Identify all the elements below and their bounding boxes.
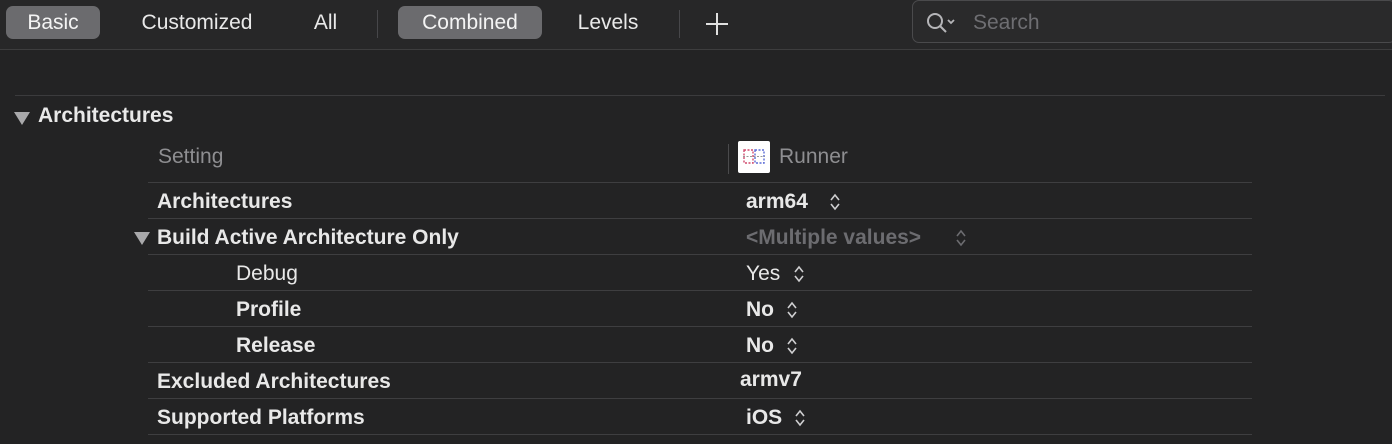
row-divider	[148, 290, 1252, 291]
stepper-icon[interactable]	[955, 228, 967, 248]
section-title: Architectures	[38, 104, 174, 127]
build-active-value[interactable]: <Multiple values>	[746, 226, 921, 250]
setting-label-debug: Debug	[236, 262, 298, 285]
row-divider	[148, 182, 1252, 183]
row-divider	[148, 398, 1252, 399]
row-divider	[148, 434, 1252, 435]
filter-basic-button[interactable]: Basic	[6, 6, 100, 39]
setting-label-release: Release	[236, 334, 316, 357]
setting-label-architectures: Architectures	[157, 190, 293, 213]
disclosure-triangle-icon[interactable]	[134, 232, 150, 245]
setting-label-build-active-architecture-only: Build Active Architecture Only	[157, 226, 459, 249]
toolbar-divider	[377, 10, 378, 38]
view-combined-button[interactable]: Combined	[398, 6, 542, 39]
view-levels-button[interactable]: Levels	[562, 6, 654, 39]
excluded-architectures-value[interactable]: armv7	[740, 368, 802, 392]
search-input[interactable]	[971, 7, 1375, 39]
release-value[interactable]: No	[746, 334, 774, 358]
toolbar-divider	[679, 10, 680, 38]
row-divider	[148, 362, 1252, 363]
setting-column-header: Setting	[158, 145, 224, 168]
target-column-header: Runner	[779, 145, 848, 168]
stepper-icon[interactable]	[793, 264, 805, 284]
search-icon[interactable]	[925, 11, 959, 35]
row-divider	[148, 254, 1252, 255]
plus-icon[interactable]	[703, 10, 731, 38]
setting-label-supported-platforms: Supported Platforms	[157, 406, 365, 429]
toolbar: Basic Customized All Combined Levels	[0, 0, 1392, 50]
architectures-value[interactable]: arm64	[746, 190, 808, 214]
stepper-icon[interactable]	[829, 192, 841, 212]
column-divider	[728, 144, 729, 174]
filter-customized-button[interactable]: Customized	[122, 6, 272, 39]
section-divider	[15, 95, 1385, 96]
debug-value[interactable]: Yes	[746, 262, 780, 286]
disclosure-triangle-icon[interactable]	[14, 112, 30, 125]
row-divider	[148, 218, 1252, 219]
search-field[interactable]	[912, 0, 1392, 43]
profile-value[interactable]: No	[746, 298, 774, 322]
supported-platforms-value[interactable]: iOS	[746, 406, 782, 430]
stepper-icon[interactable]	[794, 408, 806, 428]
stepper-icon[interactable]	[786, 336, 798, 356]
setting-label-profile: Profile	[236, 298, 302, 321]
setting-label-excluded-architectures: Excluded Architectures	[157, 370, 391, 393]
stepper-icon[interactable]	[786, 300, 798, 320]
filter-all-button[interactable]: All	[298, 6, 353, 39]
row-divider	[148, 326, 1252, 327]
target-app-icon	[738, 141, 770, 173]
